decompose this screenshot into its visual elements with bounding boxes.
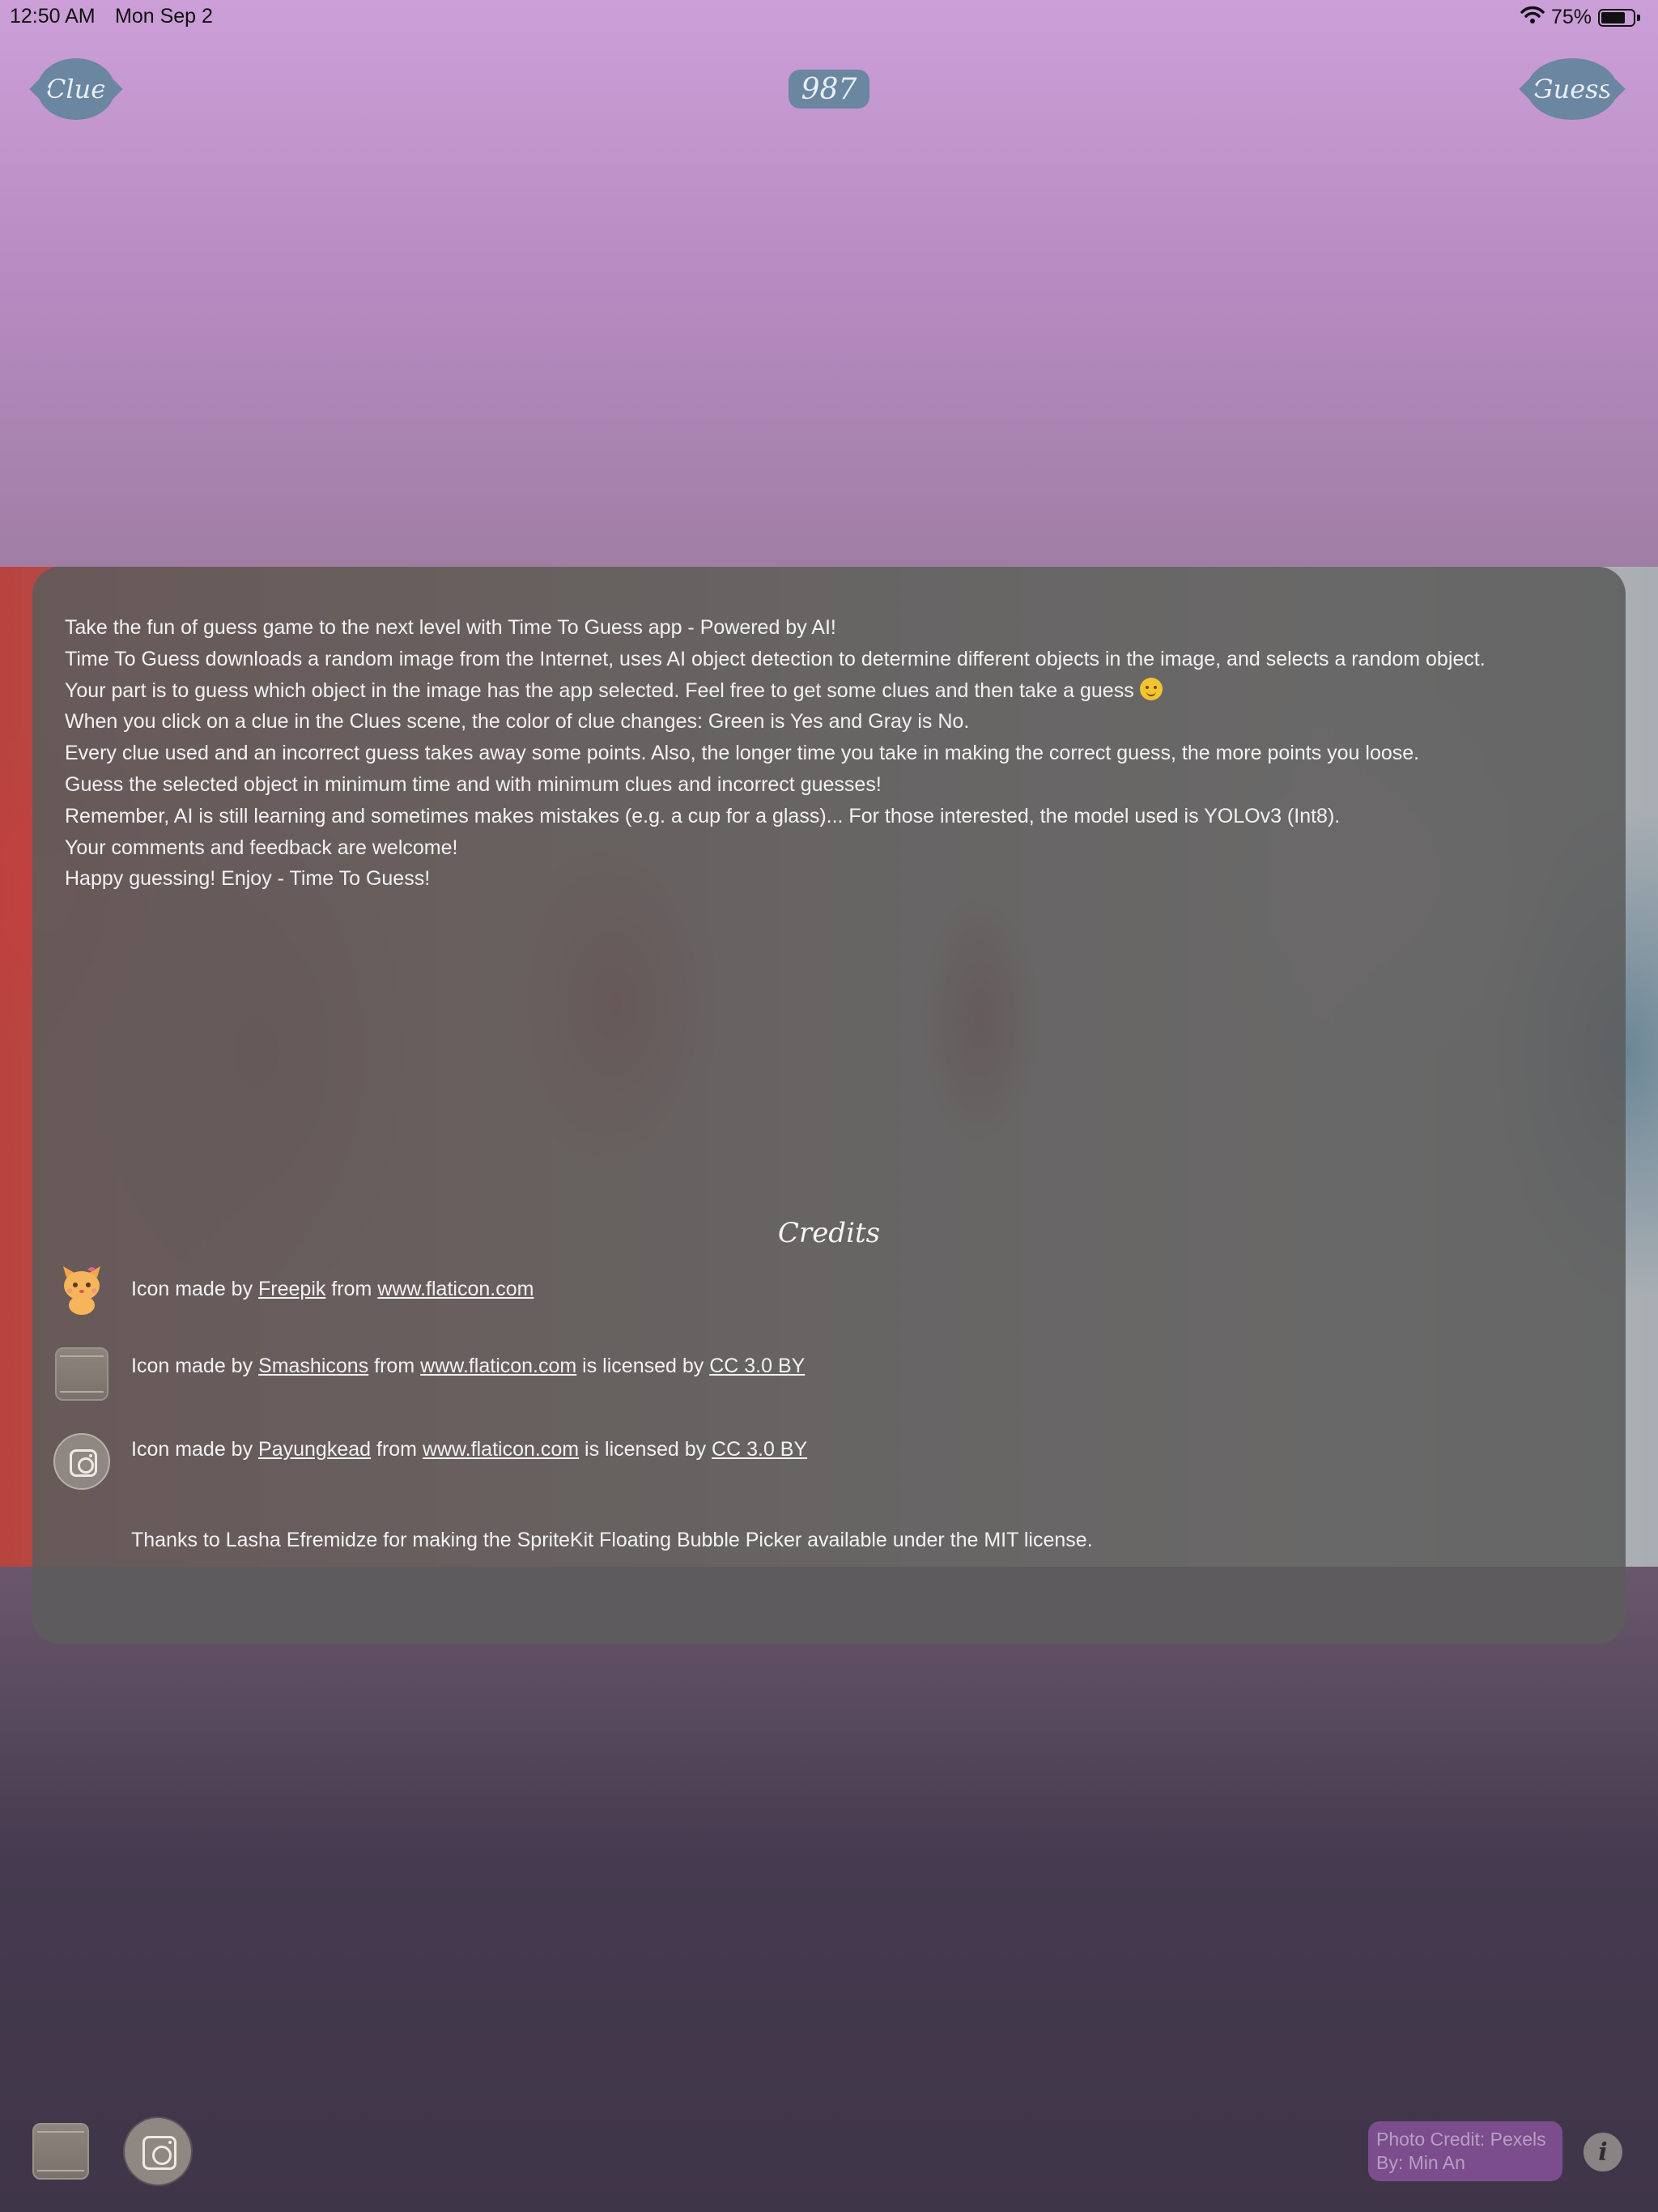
archive-box-button[interactable] (32, 2123, 89, 2180)
battery-level (1601, 11, 1625, 23)
battery-icon (1598, 8, 1635, 27)
about-line: When you click on a clue in the Clues sc… (65, 710, 970, 734)
author-link-payungkead[interactable]: Payungkead (258, 1438, 371, 1461)
about-line: Every clue used and an incorrect guess t… (65, 742, 1420, 765)
credit-licensed: is licensed by (576, 1355, 710, 1377)
battery-tip (1637, 14, 1640, 21)
flaticon-link[interactable]: www.flaticon.com (377, 1278, 534, 1300)
instagram-shape (53, 1433, 110, 1490)
guess-button[interactable]: Guess (1527, 58, 1618, 120)
status-indicators: 75% (1520, 5, 1640, 30)
license-link[interactable]: CC 3.0 BY (712, 1438, 807, 1461)
credit-thanks: Thanks to Lasha Efremidze for making the… (131, 1529, 1093, 1551)
status-date: Mon Sep 2 (115, 5, 213, 28)
instagram-icon (53, 1433, 110, 1490)
about-line-text: Your part is to guess which object in th… (65, 678, 1134, 702)
credit-prefix: Icon made by (131, 1438, 259, 1461)
flaticon-link[interactable]: www.flaticon.com (423, 1438, 579, 1461)
license-link[interactable]: CC 3.0 BY (709, 1355, 805, 1377)
credit-licensed: is licensed by (579, 1438, 712, 1461)
credit-row-smashicons: Icon made by Smashicons from www.flatico… (131, 1355, 805, 1378)
archive-box-shape (55, 1347, 108, 1401)
score-display: 987 (789, 70, 869, 108)
credit-row-freepik: Icon made by Freepik from www.flaticon.c… (131, 1278, 534, 1301)
credit-prefix: Icon made by (131, 1355, 259, 1377)
about-line: Take the fun of guess game to the next l… (65, 616, 836, 639)
credit-from: from (371, 1438, 423, 1461)
photo-credit[interactable]: Photo Credit: Pexels By: Min An (1368, 2121, 1562, 2181)
smile-emoji-icon (1139, 677, 1163, 700)
guess-button-label: Guess (1533, 74, 1612, 104)
photo-credit-author: By: Min An (1376, 2152, 1465, 2173)
archive-box-icon (32, 2123, 89, 2180)
about-line: Happy guessing! Enjoy - Time To Guess! (65, 867, 431, 891)
credit-from: from (325, 1278, 378, 1300)
cat-icon (55, 1263, 108, 1317)
about-line: Remember, AI is still learning and somet… (65, 804, 1341, 827)
clue-button-label: Clue (45, 74, 107, 104)
author-link-smashicons[interactable]: Smashicons (258, 1355, 368, 1377)
wifi-icon (1520, 5, 1545, 30)
instagram-icon (123, 2116, 193, 2186)
status-time: 12:50 AM (10, 5, 96, 28)
status-bar: 12:50 AM Mon Sep 2 75% (0, 0, 1658, 32)
photo-credit-source: Photo Credit: Pexels (1376, 2129, 1546, 2150)
clue-button[interactable]: Clue (37, 58, 115, 120)
about-text: Take the fun of guess game to the next l… (65, 612, 1603, 895)
battery-percent: 75% (1550, 6, 1592, 28)
about-line: Your comments and feedback are welcome! (65, 836, 458, 859)
archive-box-icon (55, 1347, 108, 1401)
credit-prefix: Icon made by (131, 1278, 259, 1300)
instagram-button[interactable] (123, 2116, 193, 2186)
about-line: Guess the selected object in minimum tim… (65, 772, 882, 796)
flaticon-link[interactable]: www.flaticon.com (420, 1355, 576, 1377)
about-line: Time To Guess downloads a random image f… (65, 647, 1486, 670)
credit-from: from (368, 1355, 421, 1377)
info-button[interactable]: i (1582, 2131, 1624, 2173)
credits-title: Credits (777, 1217, 881, 1249)
score-value: 987 (801, 72, 857, 106)
info-icon: i (1598, 2138, 1608, 2167)
credit-row-payungkead: Icon made by Payungkead from www.flatico… (131, 1438, 807, 1461)
about-line: Your part is to guess which object in th… (65, 675, 1603, 707)
author-link-freepik[interactable]: Freepik (258, 1278, 325, 1300)
